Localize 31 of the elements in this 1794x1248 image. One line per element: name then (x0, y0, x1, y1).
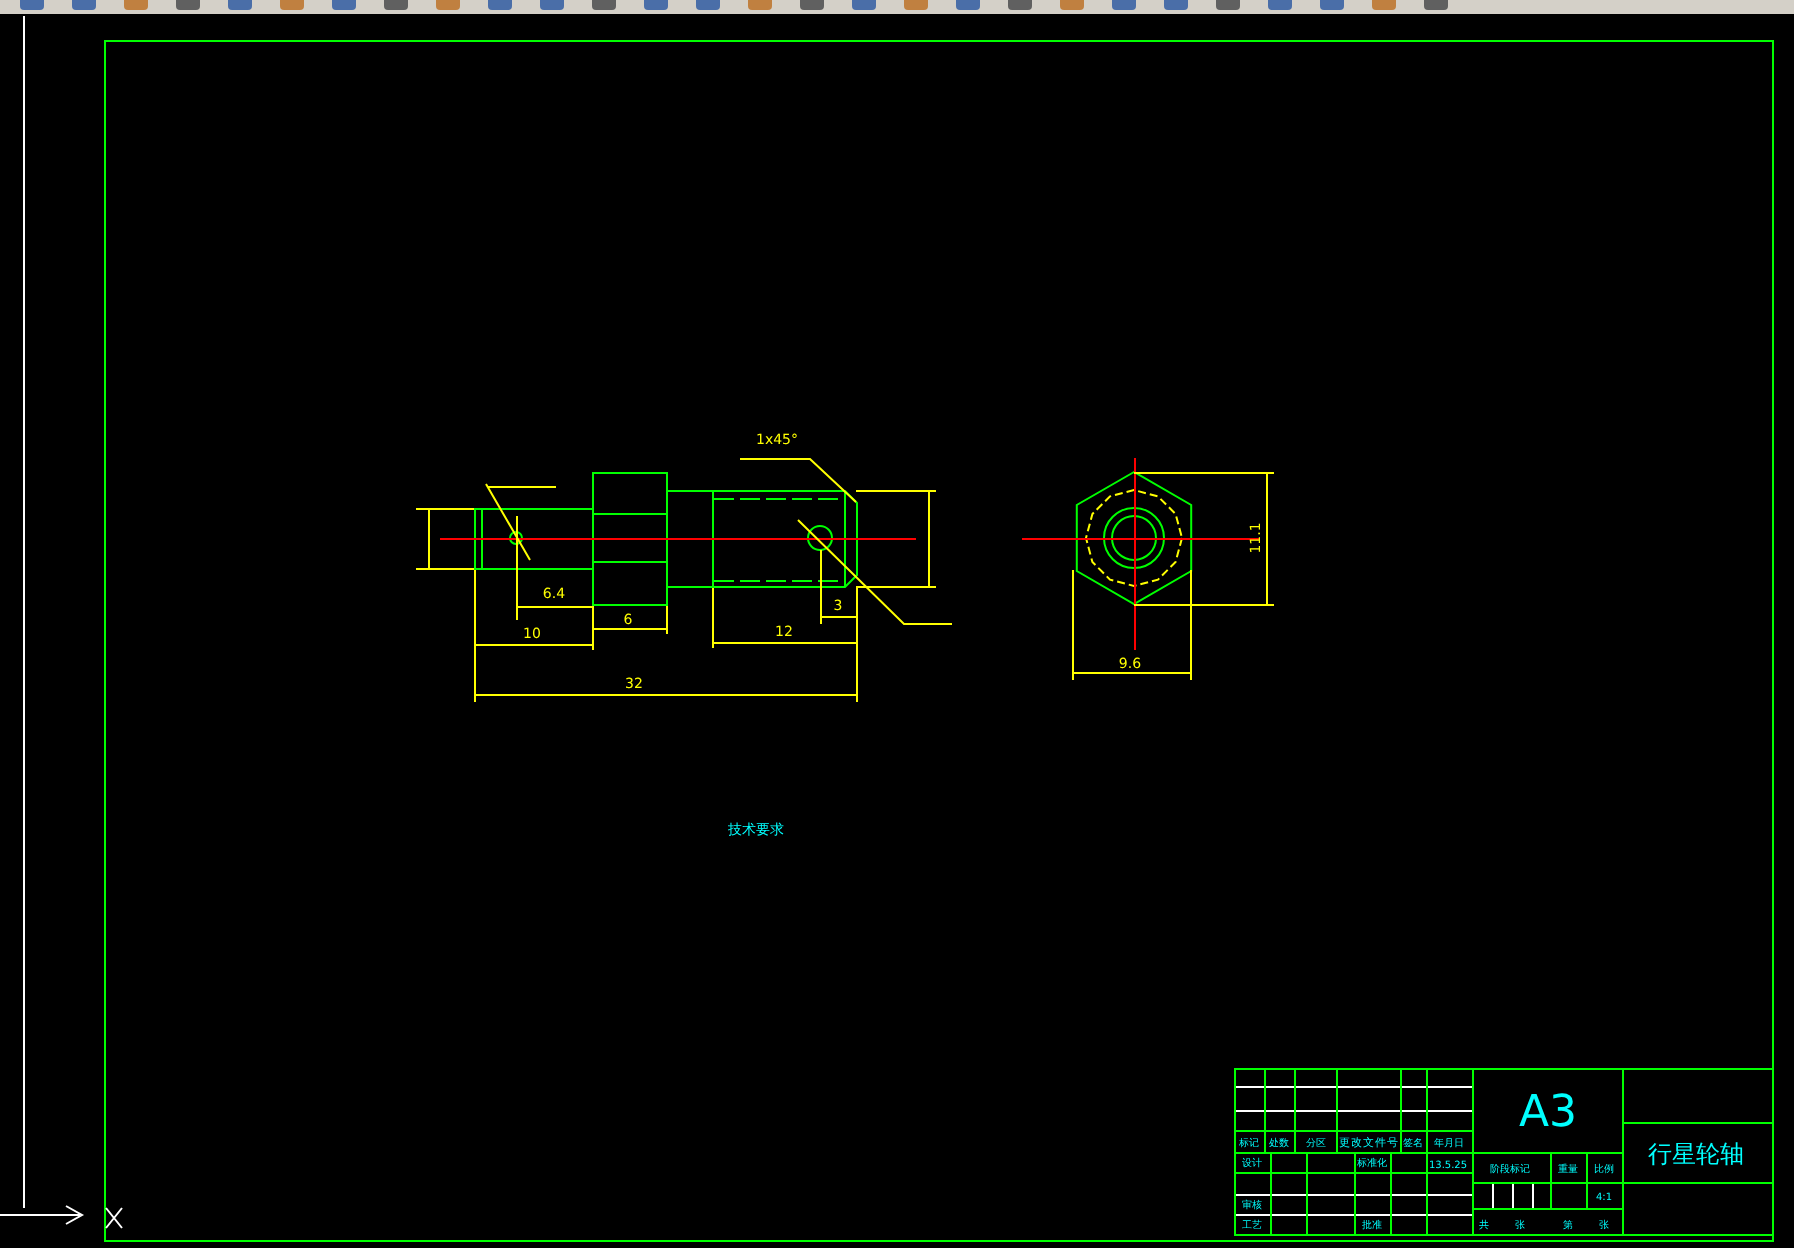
toolbar-icon[interactable] (644, 0, 668, 10)
toolbar-icon[interactable] (72, 0, 96, 10)
toolbar-icon[interactable] (904, 0, 928, 10)
toolbar-icon[interactable] (800, 0, 824, 10)
toolbar-icon[interactable] (20, 0, 44, 10)
toolbar-icon[interactable] (1268, 0, 1292, 10)
toolbar-icon[interactable] (1060, 0, 1084, 10)
toolbar-icon[interactable] (540, 0, 564, 10)
toolbar-icon[interactable] (956, 0, 980, 10)
toolbar-icon[interactable] (852, 0, 876, 10)
toolbar-icon[interactable] (1372, 0, 1396, 10)
toolbar-icon[interactable] (696, 0, 720, 10)
toolbar-icon[interactable] (1112, 0, 1136, 10)
toolbar-icon[interactable] (1424, 0, 1448, 10)
toolbar-icon[interactable] (176, 0, 200, 10)
toolbar-icon[interactable] (488, 0, 512, 10)
toolbar-icon[interactable] (332, 0, 356, 10)
ucs-axis-icon (0, 1205, 123, 1229)
toolbar-icon[interactable] (384, 0, 408, 10)
toolbar-icon[interactable] (124, 0, 148, 10)
toolbar-icon[interactable] (1216, 0, 1240, 10)
toolbar-icon[interactable] (1164, 0, 1188, 10)
toolbar-icon[interactable] (1008, 0, 1032, 10)
toolbar-icon[interactable] (1320, 0, 1344, 10)
part-name: 行星轮轴 (1648, 1140, 1744, 1168)
toolbar-icon[interactable] (592, 0, 616, 10)
sheet-size: A3 (1518, 1088, 1578, 1138)
toolbar-icon[interactable] (436, 0, 460, 10)
toolbar-icon[interactable] (748, 0, 772, 10)
toolbar-icon[interactable] (280, 0, 304, 10)
toolbar-icon[interactable] (228, 0, 252, 10)
